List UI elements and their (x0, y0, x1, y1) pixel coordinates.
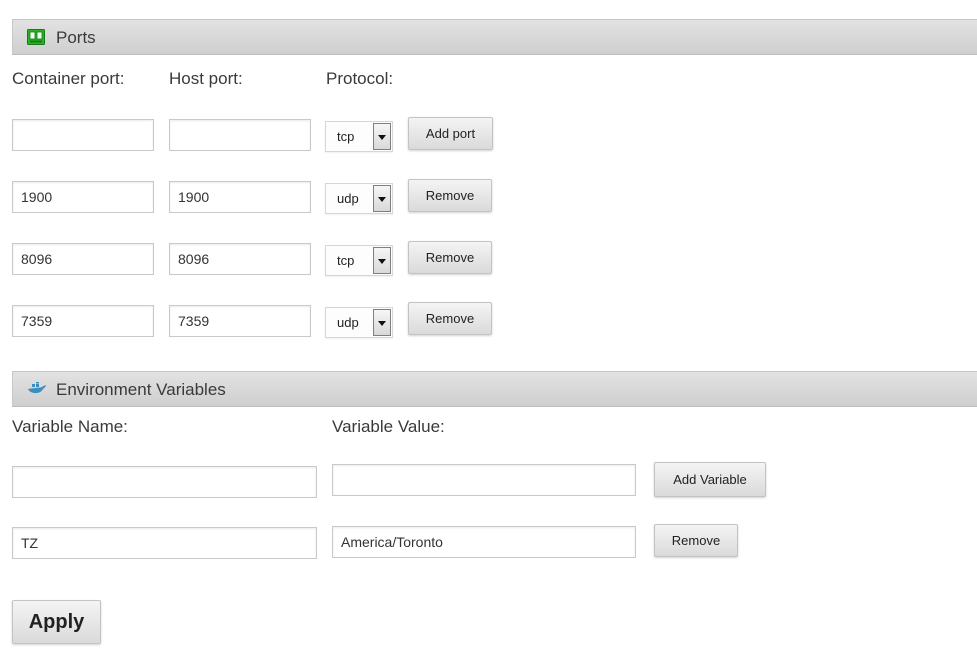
new-protocol-value: tcp (337, 129, 355, 144)
remove-port-button-2[interactable]: Remove (408, 241, 492, 274)
apply-button[interactable]: Apply (12, 600, 101, 644)
protocol-select-2[interactable]: tcp (325, 245, 393, 276)
variable-value-input-1[interactable] (332, 526, 636, 558)
chevron-down-icon[interactable] (373, 247, 391, 274)
container-port-label: Container port: (12, 69, 125, 88)
remove-variable-button-1[interactable]: Remove (654, 524, 738, 557)
new-variable-name-input[interactable] (12, 466, 317, 498)
host-port-input-3[interactable] (169, 305, 311, 337)
add-port-button[interactable]: Add port (408, 117, 493, 150)
chevron-down-icon[interactable] (373, 309, 391, 336)
variable-value-label: Variable Value: (332, 417, 445, 436)
variable-name-input-1[interactable] (12, 527, 317, 559)
host-port-label: Host port: (169, 69, 243, 88)
new-host-port-input[interactable] (169, 119, 311, 151)
env-section-title: Environment Variables (56, 380, 226, 399)
protocol-select-1[interactable]: udp (325, 183, 393, 214)
docker-whale-icon (27, 382, 47, 401)
protocol-value-2: tcp (337, 253, 355, 268)
network-port-icon (27, 29, 45, 50)
host-port-input-1[interactable] (169, 181, 311, 213)
new-protocol-select[interactable]: tcp (325, 121, 393, 152)
protocol-select-3[interactable]: udp (325, 307, 393, 338)
protocol-value-1: udp (337, 191, 359, 206)
remove-port-button-1[interactable]: Remove (408, 179, 492, 212)
remove-port-button-3[interactable]: Remove (408, 302, 492, 335)
chevron-down-icon[interactable] (373, 185, 391, 212)
ports-section-title: Ports (56, 28, 96, 47)
add-variable-button[interactable]: Add Variable (654, 462, 766, 497)
container-port-input-3[interactable] (12, 305, 154, 337)
variable-name-label: Variable Name: (12, 417, 128, 436)
container-port-input-1[interactable] (12, 181, 154, 213)
chevron-down-icon[interactable] (373, 123, 391, 150)
protocol-label: Protocol: (326, 69, 394, 88)
container-port-input-2[interactable] (12, 243, 154, 275)
env-section-header: Environment Variables (12, 371, 977, 407)
ports-section-header: Ports (12, 19, 977, 55)
new-variable-value-input[interactable] (332, 464, 636, 496)
new-container-port-input[interactable] (12, 119, 154, 151)
protocol-value-3: udp (337, 315, 359, 330)
host-port-input-2[interactable] (169, 243, 311, 275)
